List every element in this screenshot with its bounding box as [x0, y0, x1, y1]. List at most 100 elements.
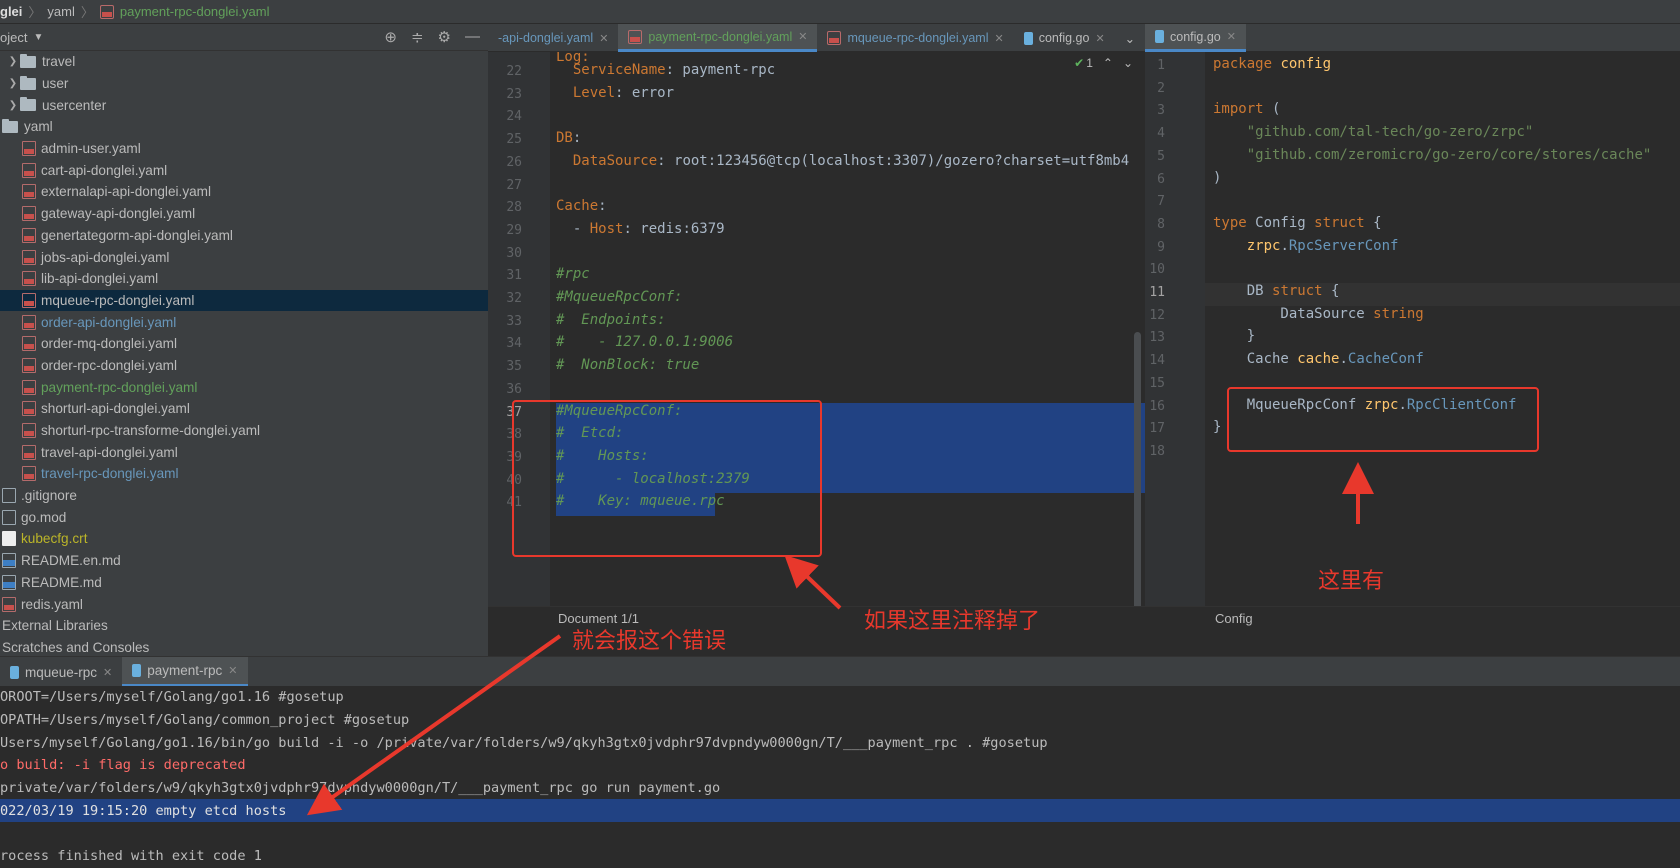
scrollbar[interactable] — [1134, 332, 1141, 630]
tree-item[interactable]: genertategorm-api-donglei.yaml — [0, 225, 488, 247]
chevron-down-icon[interactable]: ⌄ — [1123, 56, 1133, 70]
tree-item[interactable]: Scratches and Consoles — [0, 637, 488, 659]
code-line: ServiceName: payment-rpc — [572, 62, 776, 78]
tree-item[interactable]: ❯ usercenter — [0, 94, 488, 116]
tree-item[interactable]: yaml — [0, 116, 488, 138]
go-file-icon — [1155, 30, 1164, 43]
console-line: Users/myself/Golang/go1.16/bin/go build … — [0, 734, 1048, 751]
console-line: OPATH=/Users/myself/Golang/common_projec… — [0, 712, 410, 729]
check-icon: ✔ — [1074, 56, 1085, 70]
tabs-dropdown-icon[interactable]: ⌄ — [1115, 24, 1145, 52]
line-number: 31 — [506, 268, 522, 284]
code-line: type Config struct { — [1213, 214, 1382, 231]
editor-tab[interactable]: mqueue-rpc-donglei.yaml ✕ — [817, 24, 1013, 52]
tree-item[interactable]: kubecfg.crt — [0, 528, 488, 550]
inspection-widget[interactable]: ✔ 1 ⌃ ⌄ — [1074, 56, 1133, 70]
line-number: 29 — [506, 222, 522, 238]
tree-item[interactable]: go.mod — [0, 506, 488, 528]
tree-item[interactable]: gateway-api-donglei.yaml — [0, 203, 488, 225]
annotation-note-here: 这里有 — [1318, 569, 1385, 594]
tree-item[interactable]: ❯ user — [0, 73, 488, 95]
tree-item[interactable]: External Libraries — [0, 615, 488, 637]
line-number: 7 — [1157, 194, 1165, 210]
line-number: 1 — [1157, 58, 1165, 73]
breadcrumb: glei 〉 yaml 〉 payment-rpc-donglei.yaml — [0, 0, 1680, 24]
line-number: 11 — [1149, 285, 1165, 300]
code-line: "github.com/zeromicro/go-zero/core/store… — [1246, 146, 1652, 163]
project-title[interactable]: oject — [0, 30, 27, 45]
tree-item-label: .gitignore — [21, 488, 77, 504]
chevron-right-icon[interactable]: ❯ — [6, 56, 20, 67]
locate-icon[interactable]: ⊕ — [384, 28, 397, 46]
tree-item[interactable]: README.md — [0, 572, 488, 594]
tree-item[interactable]: travel-api-donglei.yaml — [0, 441, 488, 463]
dropdown-caret-icon[interactable]: ▼ — [33, 32, 43, 43]
editor-tab[interactable]: config.go ✕ — [1145, 24, 1246, 52]
breadcrumb-yaml[interactable]: yaml — [47, 4, 74, 19]
tree-item[interactable]: shorturl-api-donglei.yaml — [0, 398, 488, 420]
chevron-up-icon[interactable]: ⌃ — [1103, 56, 1113, 70]
close-icon[interactable]: ✕ — [1095, 32, 1104, 45]
yaml-file-icon — [22, 357, 36, 373]
tree-item[interactable]: payment-rpc-donglei.yaml — [0, 376, 488, 398]
code-line: Cache cache.CacheConf — [1213, 351, 1424, 368]
tab-label: config.go — [1038, 31, 1090, 45]
console-line: 022/03/19 19:15:20 empty etcd hosts — [0, 799, 1680, 823]
yaml-file-icon — [22, 271, 36, 287]
line-number: 13 — [1149, 330, 1165, 346]
collapse-all-icon[interactable]: ≑ — [411, 28, 424, 46]
run-tab[interactable]: payment-rpc ✕ — [122, 657, 248, 687]
tree-item[interactable]: order-rpc-donglei.yaml — [0, 355, 488, 377]
tree-item[interactable]: shorturl-rpc-transforme-donglei.yaml — [0, 420, 488, 442]
run-tab-label: mqueue-rpc — [25, 664, 98, 680]
close-icon[interactable]: ✕ — [994, 32, 1003, 45]
minimize-icon[interactable]: — — [465, 28, 480, 46]
go-editor[interactable]: 1 package config 2 3 import (4 "github.com/t… — [1145, 52, 1680, 630]
tree-item-label: mqueue-rpc-donglei.yaml — [41, 292, 195, 308]
editor-tab[interactable]: -api-donglei.yaml ✕ — [488, 24, 618, 52]
tree-item[interactable]: order-api-donglei.yaml — [0, 311, 488, 333]
tab-label: payment-rpc-donglei.yaml — [648, 29, 793, 44]
console-line: o build: -i flag is deprecated — [0, 757, 246, 774]
console-line: rocess finished with exit code 1 — [0, 848, 262, 865]
editor-tab[interactable]: config.go ✕ — [1014, 24, 1115, 52]
tree-item-label: travel-rpc-donglei.yaml — [41, 466, 179, 482]
tree-item-label: usercenter — [42, 97, 107, 113]
editor-tab[interactable]: payment-rpc-donglei.yaml ✕ — [618, 24, 818, 52]
line-number: 23 — [506, 86, 522, 102]
folder-icon — [2, 118, 18, 133]
close-icon[interactable]: ✕ — [1227, 30, 1236, 43]
code-line: DataSource string — [1213, 305, 1424, 322]
breadcrumb-project[interactable]: glei — [0, 4, 22, 19]
close-icon[interactable]: ✕ — [228, 664, 237, 677]
tree-item[interactable]: admin-user.yaml — [0, 138, 488, 160]
breadcrumb-file[interactable]: payment-rpc-donglei.yaml — [120, 4, 270, 19]
tree-item-label: redis.yaml — [21, 596, 83, 612]
tree-item-label: shorturl-api-donglei.yaml — [41, 401, 190, 417]
tree-item-label: README.en.md — [21, 553, 121, 569]
gear-icon[interactable]: ⚙ — [438, 28, 451, 46]
tree-item[interactable]: lib-api-donglei.yaml — [0, 268, 488, 290]
close-icon[interactable]: ✕ — [798, 30, 807, 43]
chevron-right-icon[interactable]: ❯ — [6, 100, 20, 111]
tree-item[interactable]: externalapi-api-donglei.yaml — [0, 181, 488, 203]
chevron-right-icon[interactable]: ❯ — [6, 78, 20, 89]
tree-item[interactable]: cart-api-donglei.yaml — [0, 159, 488, 181]
run-console[interactable]: OROOT=/Users/myself/Golang/go1.16 #goset… — [0, 686, 1680, 868]
tree-item[interactable]: jobs-api-donglei.yaml — [0, 246, 488, 268]
tree-item[interactable]: redis.yaml — [0, 593, 488, 615]
tree-item[interactable]: travel-rpc-donglei.yaml — [0, 463, 488, 485]
run-tab[interactable]: mqueue-rpc ✕ — [0, 657, 122, 687]
tree-item[interactable]: README.en.md — [0, 550, 488, 572]
tree-item[interactable]: ❯ travel — [0, 51, 488, 73]
right-editor-tabs: config.go ✕ — [1145, 24, 1680, 52]
tree-item[interactable]: mqueue-rpc-donglei.yaml — [0, 289, 488, 312]
line-number: 24 — [506, 109, 522, 125]
tree-item[interactable]: .gitignore — [0, 485, 488, 507]
close-icon[interactable]: ✕ — [103, 666, 112, 679]
tree-item[interactable]: order-mq-donglei.yaml — [0, 333, 488, 355]
tree-item-label: order-mq-donglei.yaml — [41, 336, 177, 352]
close-icon[interactable]: ✕ — [599, 32, 608, 45]
yaml-file-icon — [22, 336, 36, 352]
line-number: 15 — [1149, 375, 1165, 391]
